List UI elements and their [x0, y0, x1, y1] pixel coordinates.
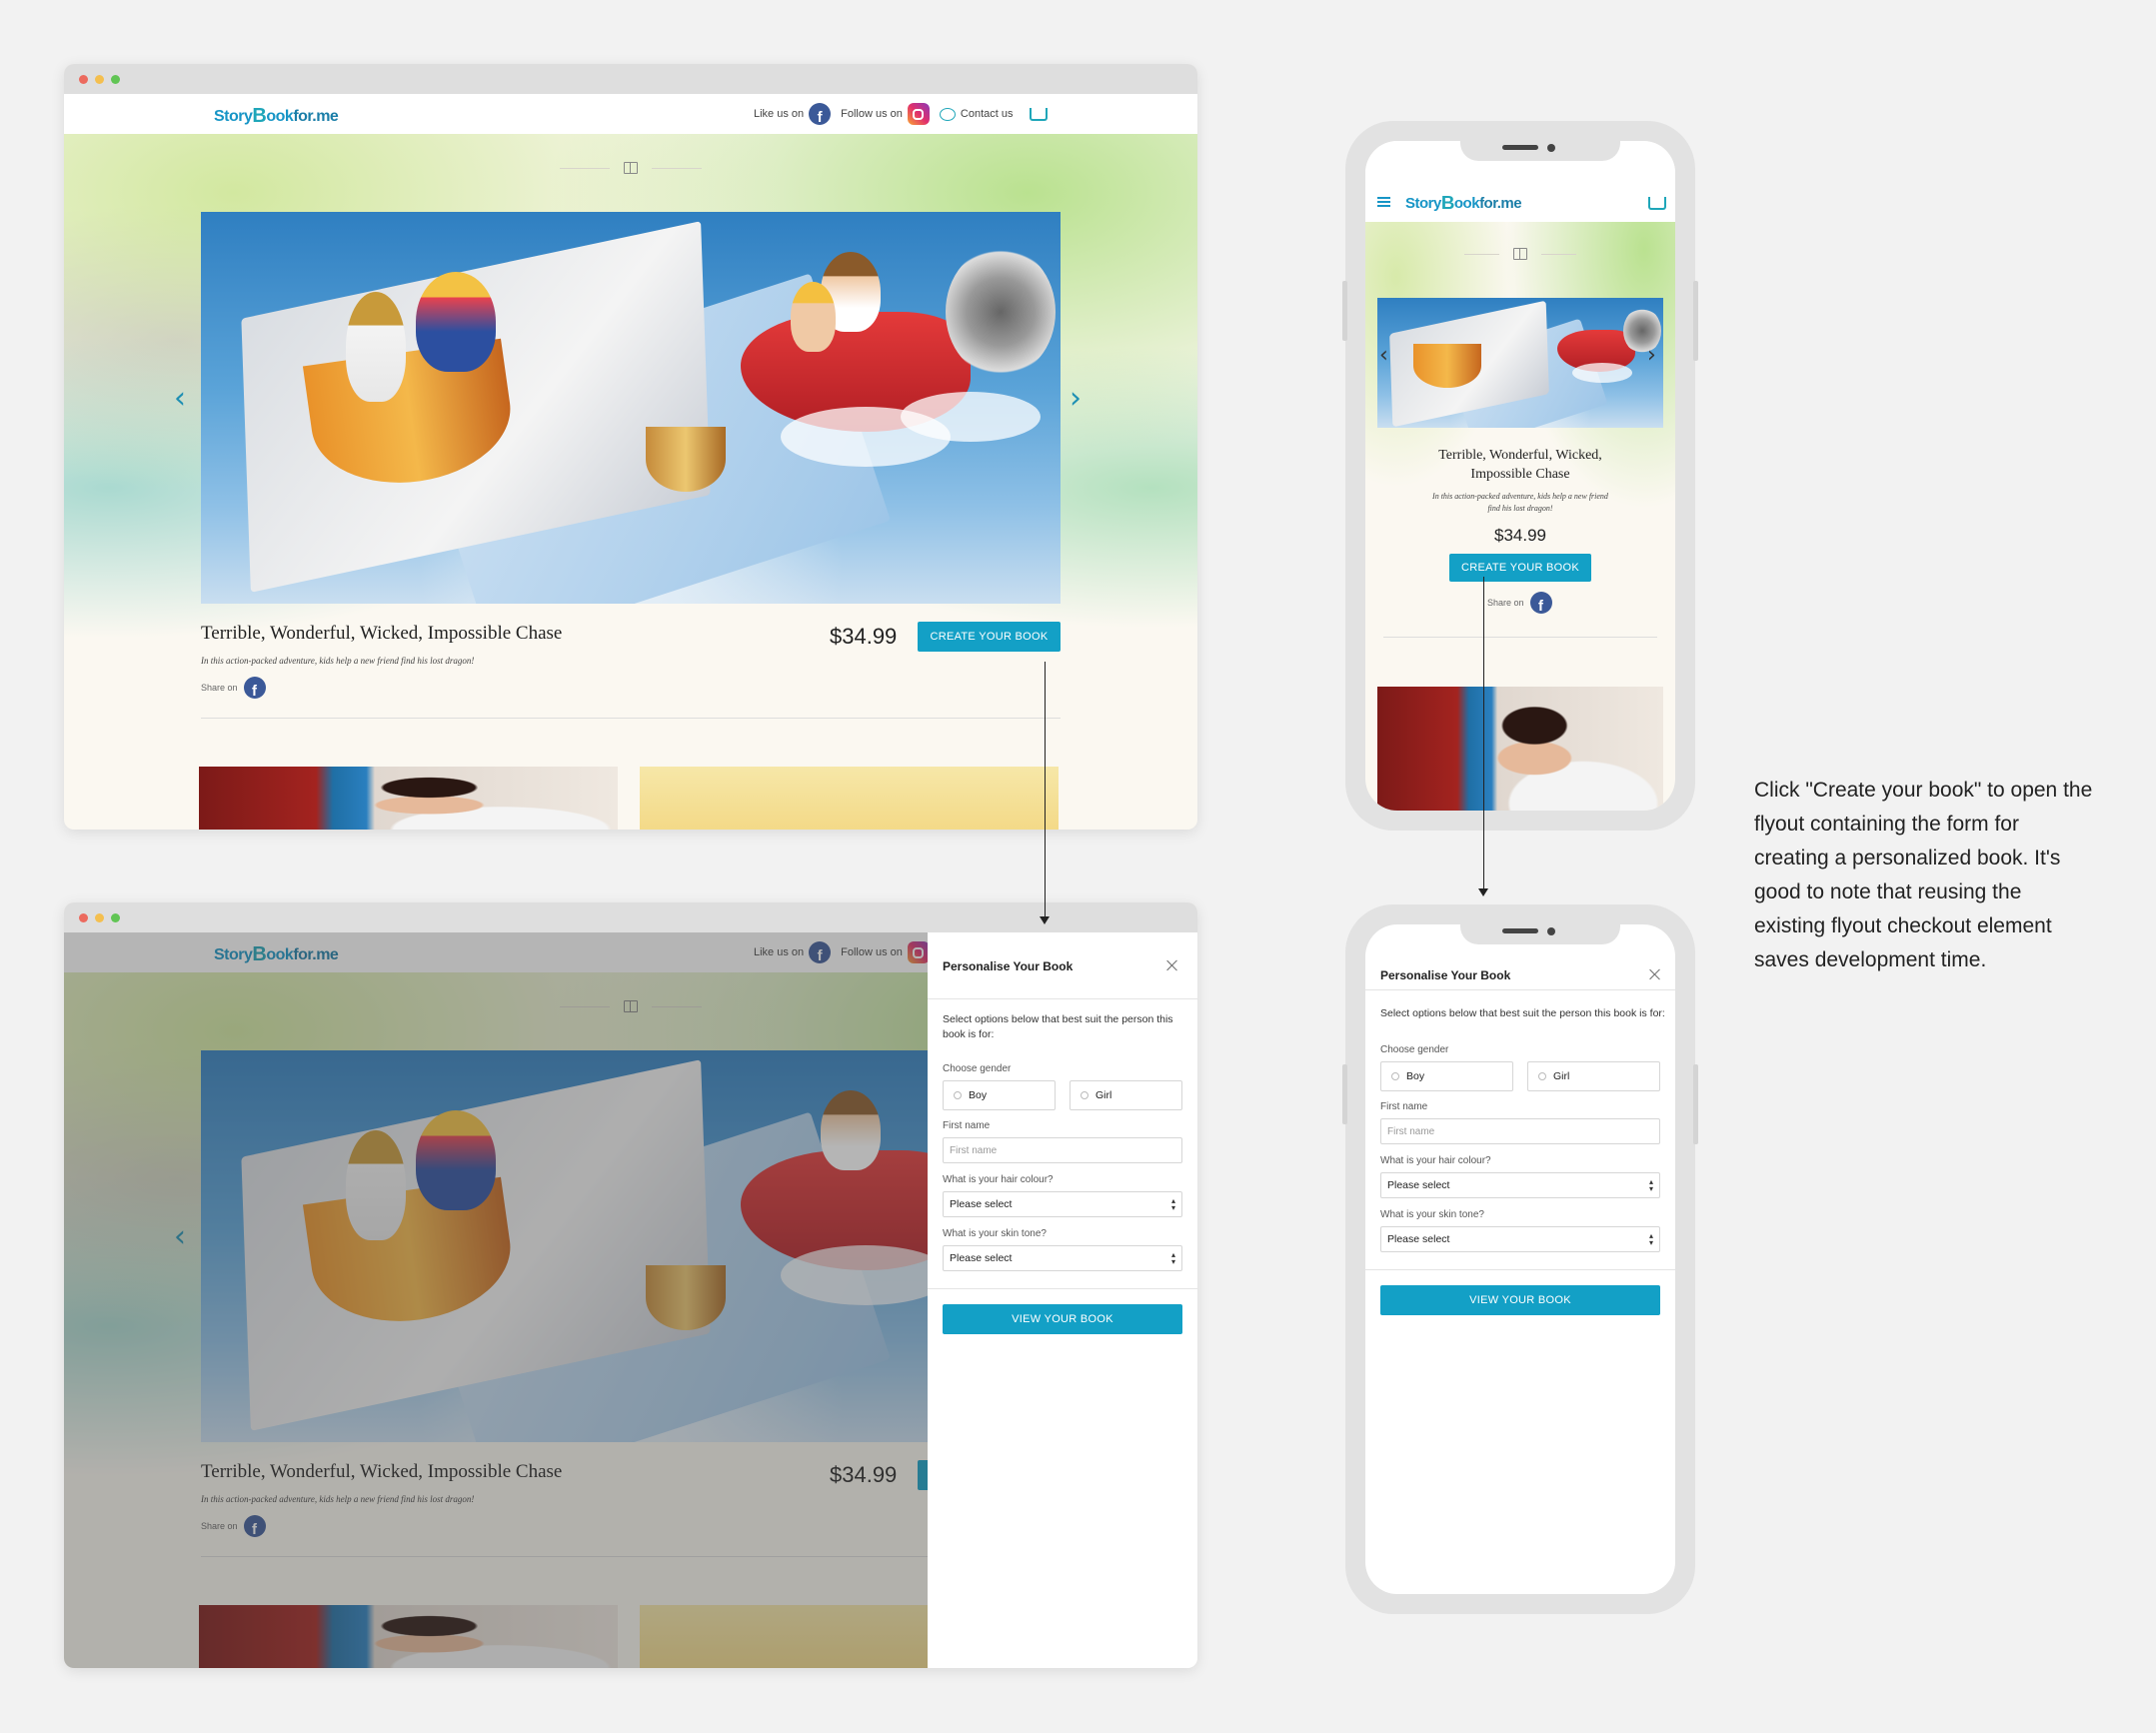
book-description: In this action-packed adventure, kids he… — [201, 656, 475, 666]
hair-colour-select[interactable]: Please select ▴ ▾ — [1380, 1172, 1660, 1198]
facebook-share-icon[interactable]: f — [243, 677, 266, 699]
facebook-icon: f — [809, 103, 832, 125]
product-thumbnail[interactable] — [640, 767, 1059, 830]
mobile-screen: Personalise Your Book Select options bel… — [1365, 924, 1675, 1594]
header-links: Like us on f Follow us on Contact us — [754, 94, 1048, 134]
skin-tone-label: What is your skin tone? — [1380, 1209, 1484, 1220]
carousel-prev-button[interactable]: ‹ — [174, 384, 186, 414]
radio-icon — [1391, 1072, 1399, 1080]
hair-colour-select[interactable]: Please select ▴ ▾ — [943, 1191, 1182, 1217]
carousel-next-button[interactable]: › — [1647, 345, 1656, 367]
skin-tone-select[interactable]: Please select ▴ ▾ — [1380, 1226, 1660, 1252]
product-thumbnail[interactable] — [199, 767, 618, 830]
share-row: Share on f — [1487, 592, 1552, 614]
create-your-book-button[interactable]: CREATE YOUR BOOK — [1449, 554, 1591, 582]
first-name-label: First name — [943, 1120, 991, 1131]
site-header: StoryBookfor.me Like us on f Follow us on… — [64, 94, 1197, 134]
window-minimize-dot[interactable] — [95, 913, 104, 922]
skin-tone-select[interactable]: Please select ▴ ▾ — [943, 1245, 1182, 1271]
gender-option-girl[interactable]: Girl — [1070, 1080, 1182, 1110]
flyout-intro: Select options below that best suit the … — [1380, 1007, 1665, 1019]
window-close-dot[interactable] — [79, 913, 88, 922]
flyout-intro: Select options below that best suit the … — [943, 1013, 1173, 1040]
facebook-share-icon[interactable]: f — [1529, 592, 1552, 614]
close-icon[interactable] — [1165, 958, 1179, 972]
like-us-link[interactable]: Like us on f — [754, 103, 832, 125]
book-price: $34.99 — [830, 624, 898, 649]
window-minimize-dot[interactable] — [95, 75, 104, 84]
select-caret-icon: ▴ ▾ — [1170, 1196, 1175, 1212]
gender-option-boy[interactable]: Boy — [1380, 1061, 1513, 1091]
gender-option-girl[interactable]: Girl — [1527, 1061, 1660, 1091]
contact-us-link[interactable]: Contact us — [939, 107, 1014, 121]
window-maximize-dot[interactable] — [111, 75, 120, 84]
flyout-title: Personalise Your Book — [943, 959, 1074, 973]
select-caret-icon: ▴ ▾ — [1648, 1177, 1653, 1193]
section-divider-line — [1383, 637, 1657, 638]
view-your-book-button[interactable]: VIEW YOUR BOOK — [943, 1304, 1182, 1334]
book-price: $34.99 — [1494, 526, 1546, 545]
browser-chrome — [64, 64, 1197, 94]
desktop-browser-window-flyout: StoryBookfor.me Like us on f Follow us on… — [64, 902, 1197, 1668]
book-description: In this action-packed adventure, kids he… — [1432, 492, 1608, 513]
window-maximize-dot[interactable] — [111, 913, 120, 922]
flow-connector — [1483, 577, 1484, 890]
view-your-book-button[interactable]: VIEW YOUR BOOK — [1380, 1285, 1660, 1315]
first-name-input[interactable]: First name — [1380, 1118, 1660, 1144]
carousel-prev-button[interactable]: ‹ — [1379, 345, 1388, 367]
cart-icon[interactable] — [1029, 107, 1048, 121]
chat-icon — [939, 107, 956, 121]
flyout-header: Personalise Your Book — [1365, 924, 1675, 990]
arrow-down-icon — [1040, 916, 1050, 924]
first-name-label: First name — [1380, 1101, 1428, 1112]
hair-colour-label: What is your hair colour? — [1380, 1155, 1491, 1166]
skin-tone-label: What is your skin tone? — [943, 1228, 1047, 1239]
book-icon — [624, 162, 638, 174]
select-caret-icon: ▴ ▾ — [1170, 1250, 1175, 1266]
site-logo[interactable]: StoryBookfor.me — [1405, 191, 1522, 213]
radio-icon — [954, 1091, 962, 1099]
mobile-device-flyout: Personalise Your Book Select options bel… — [1342, 904, 1698, 1614]
page-overlay[interactable] — [64, 932, 928, 1668]
personalise-flyout: Personalise Your Book Select options bel… — [928, 932, 1197, 1668]
section-divider — [1365, 248, 1675, 260]
mobile-device: StoryBookfor.me ‹ › Terrible, Wonderful,… — [1342, 121, 1698, 831]
close-icon[interactable] — [1648, 967, 1662, 981]
mobile-screen: StoryBookfor.me ‹ › Terrible, Wonderful,… — [1365, 141, 1675, 811]
cart-icon[interactable] — [1648, 197, 1666, 210]
window-close-dot[interactable] — [79, 75, 88, 84]
first-name-input[interactable]: First name — [943, 1137, 1182, 1163]
gender-label: Choose gender — [943, 1063, 1012, 1074]
radio-icon — [1080, 1091, 1088, 1099]
select-caret-icon: ▴ ▾ — [1648, 1231, 1653, 1247]
gender-label: Choose gender — [1380, 1044, 1449, 1055]
share-row: Share on f — [201, 677, 266, 699]
flyout-divider — [1365, 1269, 1675, 1270]
instagram-icon — [907, 103, 930, 125]
flyout-title: Personalise Your Book — [1380, 968, 1511, 982]
create-your-book-button[interactable]: CREATE YOUR BOOK — [918, 622, 1061, 652]
carousel-next-button[interactable]: › — [1070, 384, 1081, 414]
arrow-down-icon — [1478, 888, 1488, 896]
flow-connector — [1045, 662, 1046, 918]
book-title: Terrible, Wonderful, Wicked, Impossible C… — [1438, 448, 1602, 482]
gender-option-boy[interactable]: Boy — [943, 1080, 1056, 1110]
flyout-divider — [928, 1288, 1197, 1289]
follow-us-link[interactable]: Follow us on — [841, 103, 930, 125]
hair-colour-label: What is your hair colour? — [943, 1174, 1054, 1185]
section-divider-line — [201, 718, 1061, 719]
annotation-note: Click "Create your book" to open the fly… — [1754, 779, 2093, 971]
book-icon — [1513, 248, 1527, 260]
browser-chrome — [64, 902, 1197, 932]
desktop-browser-window: StoryBookfor.me Like us on f Follow us on… — [64, 64, 1197, 830]
flyout-header: Personalise Your Book — [928, 932, 1197, 999]
book-cover-image — [1377, 298, 1663, 428]
product-thumbnail[interactable] — [1377, 687, 1663, 811]
section-divider — [64, 162, 1197, 174]
menu-icon[interactable] — [1377, 197, 1390, 207]
book-title: Terrible, Wonderful, Wicked, Impossible … — [201, 623, 563, 644]
book-cover-image — [201, 212, 1061, 604]
radio-icon — [1538, 1072, 1546, 1080]
site-logo[interactable]: StoryBookfor.me — [214, 104, 339, 127]
